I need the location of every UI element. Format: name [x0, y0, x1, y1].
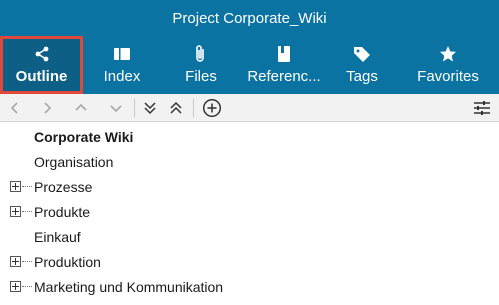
tab-bar: Outline Index Files Referenc... Tags Fav…: [0, 36, 499, 94]
tab-index-label: Index: [103, 68, 141, 85]
expand-icon[interactable]: [10, 256, 21, 267]
tree-item-produkte[interactable]: Produkte: [0, 199, 499, 224]
tree-connector: [22, 286, 32, 287]
tree-item-label: Produktion: [34, 253, 101, 270]
tree-connector: [22, 261, 32, 262]
settings-icon[interactable]: [472, 98, 492, 118]
expand-icon[interactable]: [10, 206, 21, 217]
tag-icon: [353, 44, 371, 64]
index-icon: [113, 44, 131, 64]
tree-item-label: Produkte: [34, 203, 91, 220]
tab-references-label: Referenc...: [247, 68, 321, 85]
tab-files[interactable]: Files: [161, 36, 241, 94]
share-icon: [33, 44, 51, 64]
tree-item-marketing[interactable]: Marketing und Kommunikation: [0, 274, 499, 299]
window-title-text: Project Corporate_Wiki: [172, 9, 327, 27]
down-icon[interactable]: [106, 98, 126, 118]
window-title: Project Corporate_Wiki: [0, 0, 499, 36]
expand-all-icon[interactable]: [140, 98, 160, 118]
tree-item-label: Einkauf: [34, 228, 81, 245]
tab-files-label: Files: [185, 68, 217, 85]
tab-outline[interactable]: Outline: [0, 36, 83, 94]
tree-item-label: Marketing und Kommunikation: [34, 278, 224, 295]
tab-outline-label: Outline: [15, 68, 68, 85]
add-icon[interactable]: [202, 98, 222, 118]
tree-item-einkauf[interactable]: Einkauf: [0, 224, 499, 249]
outline-tree: Corporate Wiki Organisation Prozesse Pro…: [0, 123, 499, 305]
tab-favorites-label: Favorites: [417, 68, 479, 85]
tab-favorites[interactable]: Favorites: [397, 36, 499, 94]
tree-item-label: Corporate Wiki: [34, 128, 134, 145]
up-icon[interactable]: [71, 98, 91, 118]
toolbar-divider: [134, 99, 135, 117]
tab-tags-label: Tags: [346, 68, 378, 85]
forward-icon[interactable]: [37, 98, 57, 118]
tree-item-corporate-wiki[interactable]: Corporate Wiki: [0, 124, 499, 149]
star-icon: [439, 44, 457, 64]
tree-item-label: Prozesse: [34, 178, 93, 195]
tab-references[interactable]: Referenc...: [241, 36, 327, 94]
tree-item-produktion[interactable]: Produktion: [0, 249, 499, 274]
tab-tags[interactable]: Tags: [327, 36, 397, 94]
tab-index[interactable]: Index: [83, 36, 161, 94]
book-icon: [275, 44, 293, 64]
tree-connector: [22, 211, 32, 212]
tree-connector: [22, 186, 32, 187]
tree-item-prozesse[interactable]: Prozesse: [0, 174, 499, 199]
tree-item-label: Organisation: [34, 153, 114, 170]
paperclip-icon: [192, 44, 210, 64]
tree-item-organisation[interactable]: Organisation: [0, 149, 499, 174]
collapse-all-icon[interactable]: [166, 98, 186, 118]
expand-icon[interactable]: [10, 181, 21, 192]
outline-toolbar: [0, 94, 499, 122]
expand-icon[interactable]: [10, 281, 21, 292]
toolbar-divider: [193, 99, 194, 117]
back-icon[interactable]: [5, 98, 25, 118]
